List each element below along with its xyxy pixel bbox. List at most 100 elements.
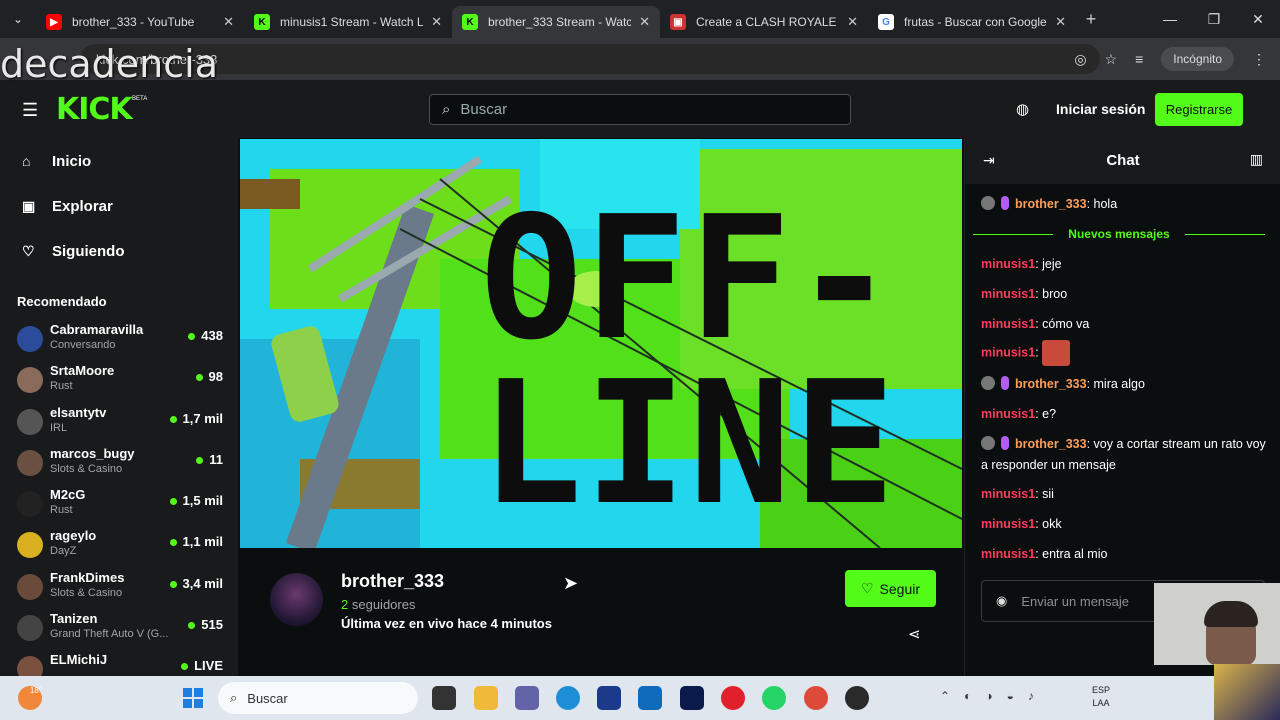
search-input[interactable]: ⌕ Buscar	[429, 94, 851, 125]
avatar	[17, 326, 43, 352]
chat-username[interactable]: brother_333	[1015, 437, 1087, 451]
channel-item[interactable]: SrtaMoore Rust 98	[17, 363, 227, 399]
badge-icon	[981, 196, 995, 210]
chat-header: ⇥ Chat ▥	[965, 138, 1280, 184]
channel-item[interactable]: rageylo DayZ 1,1 mil	[17, 528, 227, 564]
chevron-up-icon[interactable]: ⌃	[940, 689, 950, 703]
incognito-badge[interactable]: Incógnito	[1161, 47, 1234, 71]
chat-username[interactable]: minusis1	[981, 547, 1035, 561]
chat-username[interactable]: minusis1	[981, 487, 1035, 501]
tray-app-icon[interactable]: ◒	[1007, 689, 1014, 703]
chat-username[interactable]: minusis1	[981, 287, 1035, 301]
chat-username[interactable]: minusis1	[981, 317, 1035, 331]
star-icon[interactable]: ☆	[1105, 51, 1118, 68]
channel-item[interactable]: Cabramaravilla Conversando 438	[17, 322, 227, 358]
new-tab-button[interactable]: +	[1076, 9, 1106, 30]
whatsapp-icon[interactable]	[762, 686, 786, 710]
microphone-icon[interactable]: ♪	[1028, 689, 1034, 703]
follow-button[interactable]: ♡ Seguir	[845, 570, 936, 607]
nav-item-following[interactable]: ♡ Siguiendo	[22, 239, 125, 263]
viewer-count-value: 1,1 mil	[182, 534, 223, 549]
channel-item[interactable]: Tanizen Grand Theft Auto V (G... 515	[17, 611, 227, 647]
opera-icon[interactable]	[721, 686, 745, 710]
channel-item[interactable]: elsantytv IRL 1,7 mil	[17, 405, 227, 441]
close-tab-icon[interactable]: ✕	[223, 14, 234, 30]
taskbar-search[interactable]: ⌕ Buscar	[218, 682, 418, 714]
browser-tab[interactable]: ▶ brother_333 - YouTube ✕	[36, 6, 244, 38]
chat-username[interactable]: brother_333	[1015, 377, 1087, 391]
store-icon[interactable]	[597, 686, 621, 710]
chat-username[interactable]: minusis1	[981, 517, 1035, 531]
task-view-icon[interactable]	[432, 686, 456, 710]
nav-item-home[interactable]: ⌂ Inicio	[22, 149, 91, 173]
viewer-count-value: 11	[209, 452, 223, 467]
browser-tab[interactable]: K minusis1 Stream - Watch Li ✕	[244, 6, 452, 38]
chat-users-icon[interactable]: ▥	[1250, 151, 1263, 168]
minimize-button[interactable]: —	[1148, 0, 1192, 38]
share-icon[interactable]: ⋖	[908, 625, 921, 643]
outlook-icon[interactable]	[638, 686, 662, 710]
channel-name: M2cG	[50, 487, 86, 502]
stream-overlay-text: decadencia	[0, 42, 218, 86]
chrome-icon[interactable]	[804, 686, 828, 710]
channel-name-title[interactable]: brother_333	[341, 571, 444, 592]
close-tab-icon[interactable]: ✕	[431, 14, 442, 30]
emote-image	[1042, 340, 1071, 366]
globe-icon[interactable]: ◍	[1016, 100, 1029, 118]
windows-start-icon[interactable]	[183, 688, 203, 708]
search-icon: ⌕	[442, 101, 451, 118]
register-button[interactable]: Registrarse	[1155, 93, 1243, 126]
tray-language: ESP	[1092, 685, 1111, 695]
close-tab-icon[interactable]: ✕	[1055, 14, 1066, 30]
channel-item[interactable]: FrankDimes Slots & Casino 3,4 mil	[17, 570, 227, 606]
tray-app-icon[interactable]: ◐	[964, 689, 971, 703]
video-player-offline[interactable]: OFF- LINE	[240, 139, 962, 548]
tab-title: frutas - Buscar con Google	[904, 15, 1047, 29]
media-icon[interactable]: ≡	[1135, 51, 1143, 67]
live-dot-icon	[181, 663, 189, 670]
channel-name: Cabramaravilla	[50, 322, 144, 337]
tab-search-button[interactable]: ⌄	[0, 0, 36, 38]
address-bar[interactable]: kick.com/brother-333	[80, 44, 1100, 74]
chat-username[interactable]: brother_333	[1015, 197, 1087, 211]
eye-off-icon[interactable]: ◎	[1074, 51, 1086, 68]
channel-item[interactable]: M2cG Rust 1,5 mil	[17, 487, 227, 523]
close-tab-icon[interactable]: ✕	[847, 14, 858, 30]
top-navbar: ☰ KICK BETA ⌕ Buscar ◍ Iniciar sesión Re…	[0, 80, 1280, 138]
teams-icon[interactable]	[515, 686, 539, 710]
menu-icon[interactable]: ⋮	[1252, 51, 1266, 68]
chat-username[interactable]: minusis1	[981, 257, 1035, 271]
browser-tab[interactable]: G frutas - Buscar con Google ✕	[868, 6, 1076, 38]
chat-text: mira algo	[1093, 377, 1145, 391]
kick-icon: K	[254, 14, 270, 30]
chat-text: entra al mio	[1042, 547, 1108, 561]
viewer-count-value: LIVE	[194, 658, 223, 673]
file-explorer-icon[interactable]	[474, 686, 498, 710]
emoji-icon[interactable]: ◉	[996, 593, 1007, 609]
maximize-button[interactable]: ❐	[1192, 0, 1236, 38]
viewer-count: 11	[196, 452, 223, 467]
edge-icon[interactable]	[556, 686, 580, 710]
channel-item[interactable]: marcos_bugy Slots & Casino 11	[17, 446, 227, 482]
channel-category: DayZ	[50, 545, 77, 557]
kick-logo[interactable]: KICK	[56, 92, 133, 127]
login-button[interactable]: Iniciar sesión	[1056, 101, 1145, 117]
hamburger-icon[interactable]: ☰	[22, 100, 38, 121]
chat-username[interactable]: minusis1	[981, 407, 1035, 421]
toolbar-icons: ◎ ☆ ≡ Incógnito ⋮	[1074, 44, 1266, 74]
close-tab-icon[interactable]: ✕	[639, 14, 650, 30]
close-window-button[interactable]: ✕	[1236, 0, 1280, 38]
disney-icon[interactable]	[680, 686, 704, 710]
browser-tab-active[interactable]: K brother_333 Stream - Watch ✕	[452, 6, 660, 38]
avatar	[17, 574, 43, 600]
tray-app-icon[interactable]: ◑	[985, 689, 992, 703]
nav-item-explore[interactable]: ▣ Explorar	[22, 194, 113, 218]
channel-avatar[interactable]	[270, 573, 323, 626]
chat-message: minusis1:	[981, 340, 1271, 366]
language-indicator[interactable]: ESP LAA	[1092, 684, 1110, 710]
app-icon[interactable]	[845, 686, 869, 710]
browser-tab[interactable]: ▣ Create a CLASH ROYALE CA ✕	[660, 6, 868, 38]
weather-icon[interactable]: 18°	[18, 686, 42, 710]
channel-category: Grand Theft Auto V (G...	[50, 628, 169, 640]
chat-username[interactable]: minusis1	[981, 345, 1035, 359]
